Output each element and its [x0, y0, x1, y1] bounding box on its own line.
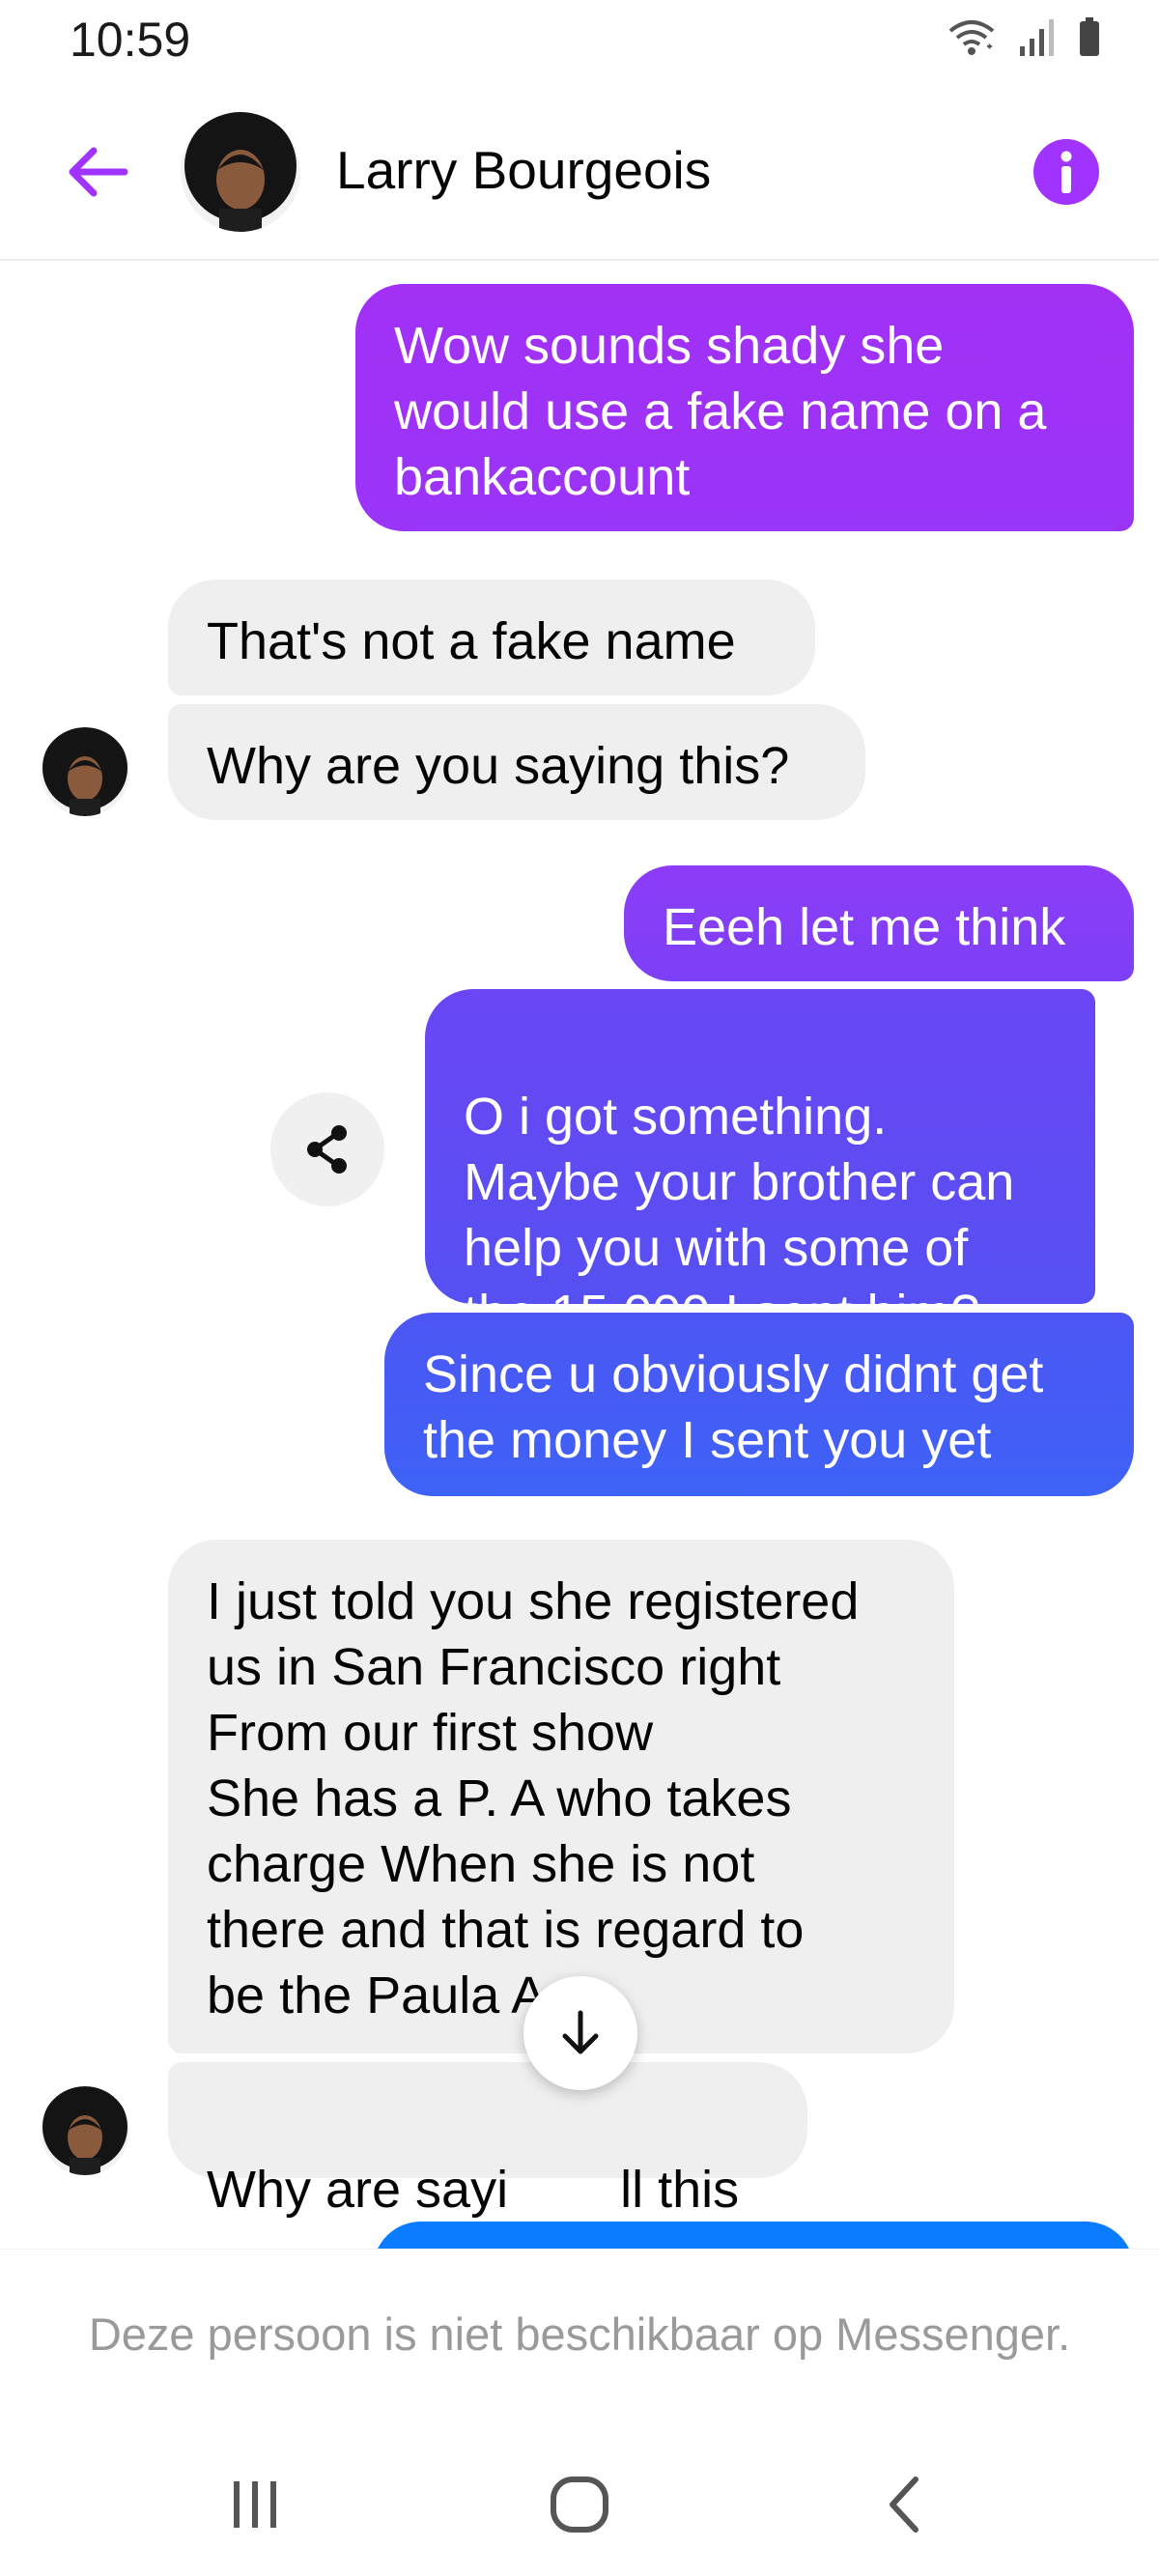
- status-bar: 10:59: [0, 0, 1159, 87]
- recents-button[interactable]: [197, 2461, 313, 2548]
- share-icon: [307, 1125, 347, 1174]
- back-button[interactable]: [48, 133, 145, 211]
- message-outgoing[interactable]: O i got something. Maybe your brother ca…: [425, 989, 1095, 1343]
- status-icons: [947, 17, 1101, 63]
- home-button[interactable]: [522, 2461, 637, 2548]
- message-outgoing[interactable]: Since u obviously didnt get the money I …: [384, 1313, 1134, 1496]
- info-icon: [1033, 139, 1099, 205]
- signal-icon: [1018, 17, 1057, 63]
- scroll-to-bottom-button[interactable]: [523, 1976, 637, 2090]
- status-time: 10:59: [70, 13, 191, 67]
- message-outgoing[interactable]: Eeeh let me think: [624, 865, 1134, 981]
- unavailable-notice: Deze persoon is niet beschikbaar op Mess…: [88, 2308, 1071, 2360]
- arrow-left-icon: [69, 147, 128, 197]
- share-button[interactable]: [270, 1092, 384, 1206]
- message-outgoing[interactable]: Wow sounds shady she would use a fake na…: [355, 284, 1134, 531]
- wifi-icon: [947, 17, 997, 63]
- home-icon: [551, 2477, 608, 2533]
- message-outgoing-partial[interactable]: [373, 2222, 1134, 2249]
- contact-avatar[interactable]: [181, 112, 300, 232]
- message-incoming[interactable]: Why are sayi ll this: [168, 2062, 807, 2219]
- sender-avatar[interactable]: [41, 2086, 129, 2175]
- message-incoming[interactable]: Why are you saying this?: [168, 704, 865, 820]
- sender-avatar[interactable]: [41, 727, 129, 816]
- conversation-header: Larry Bourgeois: [0, 87, 1159, 261]
- composer-area: Deze persoon is niet beschikbaar op Mess…: [0, 2249, 1159, 2423]
- info-button[interactable]: [1028, 133, 1105, 211]
- message-incoming[interactable]: I just told you she registered us in San…: [168, 1540, 954, 2053]
- contact-name[interactable]: Larry Bourgeois: [336, 139, 711, 201]
- system-nav-bar: [0, 2422, 1159, 2576]
- message-incoming[interactable]: That's not a fake name: [168, 580, 815, 695]
- nav-back-button[interactable]: [846, 2461, 962, 2548]
- battery-icon: [1078, 17, 1101, 63]
- arrow-down-icon: [562, 2010, 599, 2054]
- chevron-left-icon: [890, 2477, 919, 2533]
- message-text: ll this: [620, 2161, 740, 2219]
- message-list[interactable]: Wow sounds shady she would use a fake na…: [0, 261, 1159, 2249]
- message-text: Why are sayi: [207, 2161, 509, 2219]
- recents-icon: [234, 2481, 276, 2528]
